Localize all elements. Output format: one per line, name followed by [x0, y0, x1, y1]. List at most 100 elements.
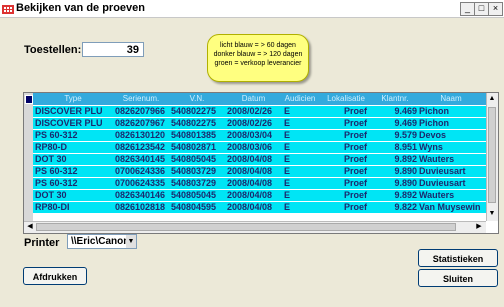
- column-header-vn[interactable]: V.N.: [169, 93, 225, 105]
- sluiten-button[interactable]: Sluiten: [418, 269, 498, 287]
- table-cell: Pichon: [419, 106, 450, 116]
- table-cell: Wauters: [419, 190, 455, 200]
- table-cell: Duvieusart: [419, 178, 466, 188]
- table-cell: E: [284, 166, 291, 176]
- column-header-datum[interactable]: Datum: [225, 93, 282, 105]
- table-cell: Pichon: [419, 118, 450, 128]
- table-cell: 9.890: [394, 166, 417, 176]
- table-cell: DISCOVER PLU: [35, 106, 103, 116]
- statistieken-button[interactable]: Statistieken: [418, 249, 498, 267]
- table-cell: 540803729: [171, 178, 217, 188]
- afdrukken-button[interactable]: Afdrukken: [23, 267, 87, 285]
- table-cell: RP80-D: [35, 142, 68, 152]
- table-cell: E: [284, 178, 291, 188]
- table-cell: E: [284, 154, 291, 164]
- table-cell: 0826207966: [115, 106, 166, 116]
- table-cell: 2008/04/08: [227, 154, 273, 164]
- vertical-scrollbar[interactable]: ▲ ▼: [486, 93, 498, 221]
- table-row[interactable]: DISCOVER PLU 0826207966 540802275 2008/02/2…: [33, 106, 486, 117]
- table-cell: E: [284, 130, 291, 140]
- color-legend-tooltip: licht blauw = > 60 dagen donker blauw = …: [207, 34, 309, 82]
- table-row[interactable]: DISCOVER PLU 0826207967 540802275 2008/02/2…: [33, 118, 486, 129]
- table-cell: 540801385: [171, 130, 217, 140]
- table-row[interactable]: PS 60-312 0700624336 540803729 2008/04/08 E P…: [33, 166, 486, 177]
- table-cell: Devos: [419, 130, 447, 140]
- scroll-up-icon[interactable]: ▲: [487, 94, 497, 104]
- table-cell: RP80-DI: [35, 202, 70, 212]
- table-cell: 0700624336: [115, 166, 166, 176]
- table-cell: 9.579: [394, 130, 417, 140]
- legend-line: licht blauw = > 60 dagen: [220, 42, 296, 49]
- table-cell: 2008/04/08: [227, 202, 273, 212]
- vertical-scroll-thumb[interactable]: [488, 107, 496, 203]
- toestellen-field[interactable]: 39: [82, 42, 144, 57]
- table-cell: 9.469: [394, 118, 417, 128]
- column-header-audicien[interactable]: Audicien: [282, 93, 318, 105]
- row-selector-icon: [25, 95, 33, 104]
- table-cell: 9.469: [394, 106, 417, 116]
- table-cell: 540805045: [171, 154, 217, 164]
- close-window-button[interactable]: ×: [488, 2, 503, 16]
- table-cell: 9.892: [394, 154, 417, 164]
- table-row[interactable]: RP80-DI 0826102818 540804595 2008/04/08 E Pro…: [33, 202, 486, 213]
- table-cell: 540802275: [171, 106, 217, 116]
- table-cell: 2008/02/26: [227, 118, 273, 128]
- table-row[interactable]: PS 60-312 0700624335 540803729 2008/04/08 E P…: [33, 178, 486, 189]
- table-cell: 0826102818: [115, 202, 166, 212]
- table-cell: 0826130120: [115, 130, 166, 140]
- table-cell: 540804595: [171, 202, 217, 212]
- app-icon: [2, 2, 14, 14]
- printer-label: Printer: [24, 237, 60, 249]
- row-selector-column[interactable]: [24, 93, 33, 221]
- window-title: Bekijken van de proeven: [16, 2, 145, 14]
- table-cell: 0826340146: [115, 190, 166, 200]
- minimize-button[interactable]: _: [460, 2, 475, 16]
- table-cell: 2008/02/26: [227, 106, 273, 116]
- proeven-table[interactable]: Type Serienum. V.N. Datum Audicien Lokal…: [23, 92, 499, 234]
- maximize-button[interactable]: □: [474, 2, 489, 16]
- table-cell: E: [284, 118, 291, 128]
- table-row[interactable]: RP80-D 0826123542 540802871 2008/03/06 E Proe…: [33, 142, 486, 153]
- table-cell: 9.892: [394, 190, 417, 200]
- table-cell: Van Muysewink: [419, 202, 481, 212]
- table-row[interactable]: DOT 30 0826340146 540805045 2008/04/08 E Proe…: [33, 190, 486, 201]
- table-cell: PS 60-312: [35, 166, 78, 176]
- table-cell: PS 60-312: [35, 178, 78, 188]
- printer-selected-value: \\Eric\Canon: [71, 236, 130, 247]
- table-cell: 8.951: [394, 142, 417, 152]
- column-header-type[interactable]: Type: [33, 93, 113, 105]
- chevron-down-icon[interactable]: ▼: [126, 235, 136, 248]
- scroll-down-icon[interactable]: ▼: [487, 209, 497, 219]
- toestellen-label: Toestellen:: [24, 44, 82, 56]
- printer-select[interactable]: \\Eric\Canon ▼: [67, 234, 137, 249]
- table-cell: 540802871: [171, 142, 217, 152]
- table-cell: Duvieusart: [419, 166, 466, 176]
- table-cell: PS 60-312: [35, 130, 78, 140]
- title-bar: Bekijken van de proeven _ □ ×: [0, 0, 504, 18]
- table-cell: DOT 30: [35, 154, 67, 164]
- table-row[interactable]: DOT 30 0826340145 540805045 2008/04/08 E Proe…: [33, 154, 486, 165]
- scroll-right-icon[interactable]: ▶: [474, 222, 484, 232]
- column-header-lokalisatie[interactable]: Lokalisatie: [318, 93, 374, 105]
- table-cell: 2008/04/08: [227, 190, 273, 200]
- scroll-left-icon[interactable]: ◀: [25, 222, 35, 232]
- table-row[interactable]: PS 60-312 0826130120 540801385 2008/03/04 E P…: [33, 130, 486, 141]
- table-cell: E: [284, 202, 291, 212]
- table-cell: 540803729: [171, 166, 217, 176]
- table-cell: 0826207967: [115, 118, 166, 128]
- table-cell: Wauters: [419, 154, 455, 164]
- table-cell: 2008/04/08: [227, 178, 273, 188]
- table-cell: 0700624335: [115, 178, 166, 188]
- table-cell: DISCOVER PLU: [35, 118, 103, 128]
- table-cell: E: [284, 190, 291, 200]
- table-cell: 540805045: [171, 190, 217, 200]
- horizontal-scroll-thumb[interactable]: [36, 223, 456, 231]
- horizontal-scrollbar[interactable]: ◀ ▶: [24, 221, 486, 233]
- column-header-serienum[interactable]: Serienum.: [113, 93, 169, 105]
- column-header-klantnr[interactable]: Klantnr.: [374, 93, 416, 105]
- column-header-naam[interactable]: Naam: [416, 93, 486, 105]
- table-cell: 2008/04/08: [227, 166, 273, 176]
- legend-line: donker blauw = > 120 dagen: [213, 51, 303, 58]
- table-header: Type Serienum. V.N. Datum Audicien Lokal…: [24, 93, 486, 105]
- table-cell: 0826123542: [115, 142, 166, 152]
